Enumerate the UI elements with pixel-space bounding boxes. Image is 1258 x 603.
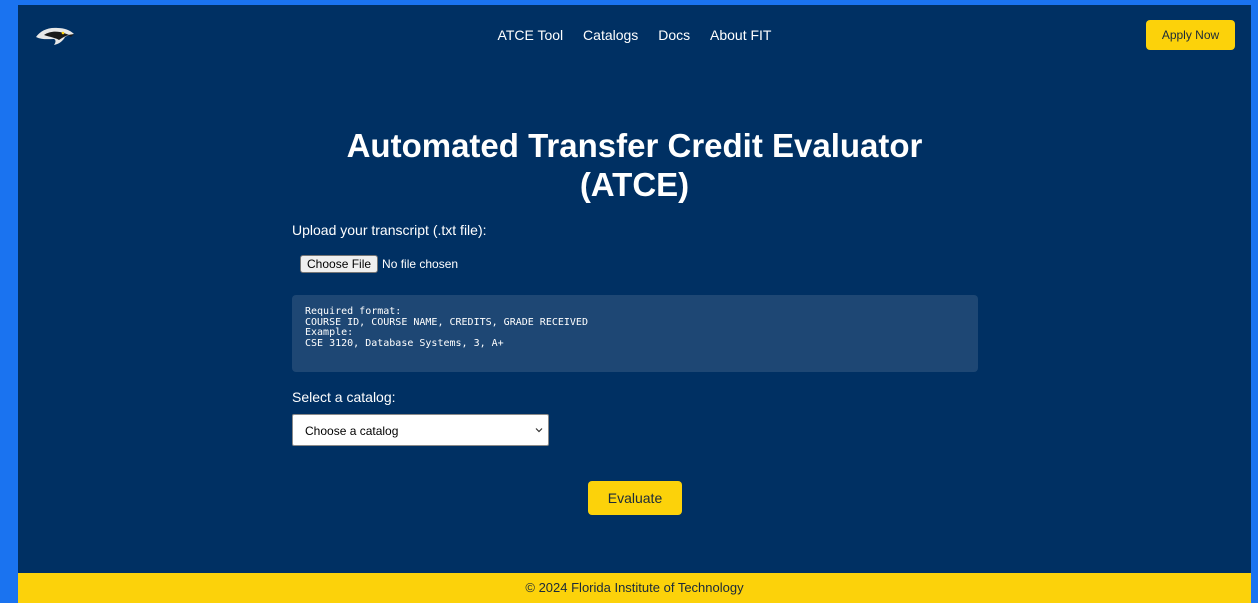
footer: © 2024 Florida Institute of Technology [18, 573, 1251, 603]
upload-label: Upload your transcript (.txt file): [292, 222, 487, 238]
footer-copyright: © 2024 Florida Institute of Technology [525, 580, 744, 595]
catalog-select[interactable]: Choose a catalog [292, 414, 549, 446]
file-status: No file chosen [382, 257, 459, 271]
main-nav: ATCE Tool Catalogs Docs About FIT [18, 27, 1251, 43]
chevron-down-icon [535, 428, 543, 433]
nav-link-docs[interactable]: Docs [658, 27, 690, 43]
catalog-select-value: Choose a catalog [305, 424, 399, 438]
nav-link-catalogs[interactable]: Catalogs [583, 27, 638, 43]
page-title-line-2: (ATCE) [579, 166, 690, 203]
format-line: COURSE ID, COURSE NAME, CREDITS, GRADE R… [305, 316, 588, 328]
app-frame: ATCE Tool Catalogs Docs About FIT Apply … [18, 5, 1251, 603]
format-instructions: Required format: COURSE ID, COURSE NAME, … [292, 295, 978, 372]
header: ATCE Tool Catalogs Docs About FIT Apply … [18, 5, 1251, 67]
format-line: Example: [305, 327, 354, 338]
page-title: Automated Transfer Credit Evaluator (ATC… [18, 126, 1251, 204]
format-line: Required format: [305, 306, 402, 317]
choose-file-button[interactable]: Choose File [300, 255, 379, 273]
file-input: Choose File No file chosen [300, 255, 458, 273]
nav-link-about-fit[interactable]: About FIT [710, 27, 771, 43]
catalog-label: Select a catalog: [292, 389, 396, 405]
page-title-line-1: Automated Transfer Credit Evaluator [346, 127, 923, 164]
format-line: CSE 3120, Database Systems, 3, A+ [305, 337, 504, 349]
apply-now-button[interactable]: Apply Now [1146, 20, 1235, 50]
evaluate-button[interactable]: Evaluate [588, 481, 682, 515]
nav-link-atce-tool[interactable]: ATCE Tool [498, 27, 564, 43]
